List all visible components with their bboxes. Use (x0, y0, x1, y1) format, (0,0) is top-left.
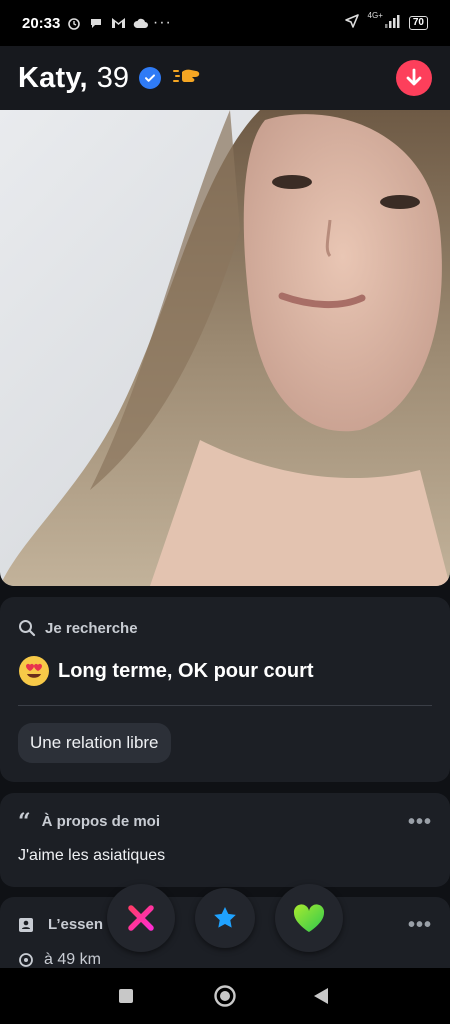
relationship-type-chip: Une relation libre (18, 723, 171, 763)
wave-hand-icon[interactable] (173, 66, 201, 91)
system-navigation-bar (0, 968, 450, 1024)
super-like-button[interactable] (195, 888, 255, 948)
essentials-more-options-icon[interactable]: ••• (408, 915, 432, 935)
looking-for-value: Long terme, OK pour court (58, 659, 314, 682)
x-icon (128, 905, 154, 931)
heart-icon (293, 904, 325, 932)
search-icon (18, 619, 36, 637)
battery-indicator: 70 (408, 16, 428, 30)
nope-button[interactable] (107, 884, 175, 952)
heart-eyes-emoji-icon (18, 655, 50, 687)
more-notifications-icon: ··· (152, 14, 172, 31)
home-button[interactable] (213, 984, 237, 1008)
chat-bubble-icon (88, 15, 104, 31)
gmail-icon (110, 15, 126, 31)
location-pin-icon (18, 952, 34, 968)
cloud-icon (132, 15, 148, 31)
profile-photo[interactable] (0, 110, 450, 586)
status-time: 20:33 (22, 14, 61, 32)
distance-text: à 49 km (44, 951, 101, 968)
back-button[interactable] (313, 987, 329, 1005)
essentials-label: L’essen (48, 916, 104, 933)
star-icon (214, 907, 236, 928)
about-more-options-icon[interactable]: ••• (408, 812, 432, 832)
status-bar: 20:33 ··· 4G+ 70 (0, 0, 450, 46)
quote-icon: “ (18, 808, 31, 835)
looking-for-label: Je recherche (45, 619, 138, 637)
collapse-profile-button[interactable] (396, 60, 432, 96)
about-text: J'aime les asiatiques (18, 847, 166, 864)
network-type: 4G+ (367, 11, 383, 20)
alarm-icon (66, 15, 82, 31)
profile-header: Katy, 39 (0, 46, 450, 110)
signal-icon (384, 14, 401, 32)
profile-name: Katy, (18, 61, 88, 94)
id-card-icon (18, 917, 34, 933)
profile-age: 39 (96, 61, 130, 94)
about-label: À propos de moi (41, 813, 160, 830)
recent-apps-button[interactable] (118, 988, 134, 1004)
verified-badge-icon[interactable] (139, 67, 162, 89)
divider (18, 705, 432, 706)
looking-for-card: Je recherche Long terme, OK pour court U… (0, 597, 450, 782)
like-button[interactable] (275, 884, 343, 952)
location-icon (344, 13, 360, 33)
about-me-card: “ À propos de moi ••• J'aime les asiatiq… (0, 793, 450, 887)
